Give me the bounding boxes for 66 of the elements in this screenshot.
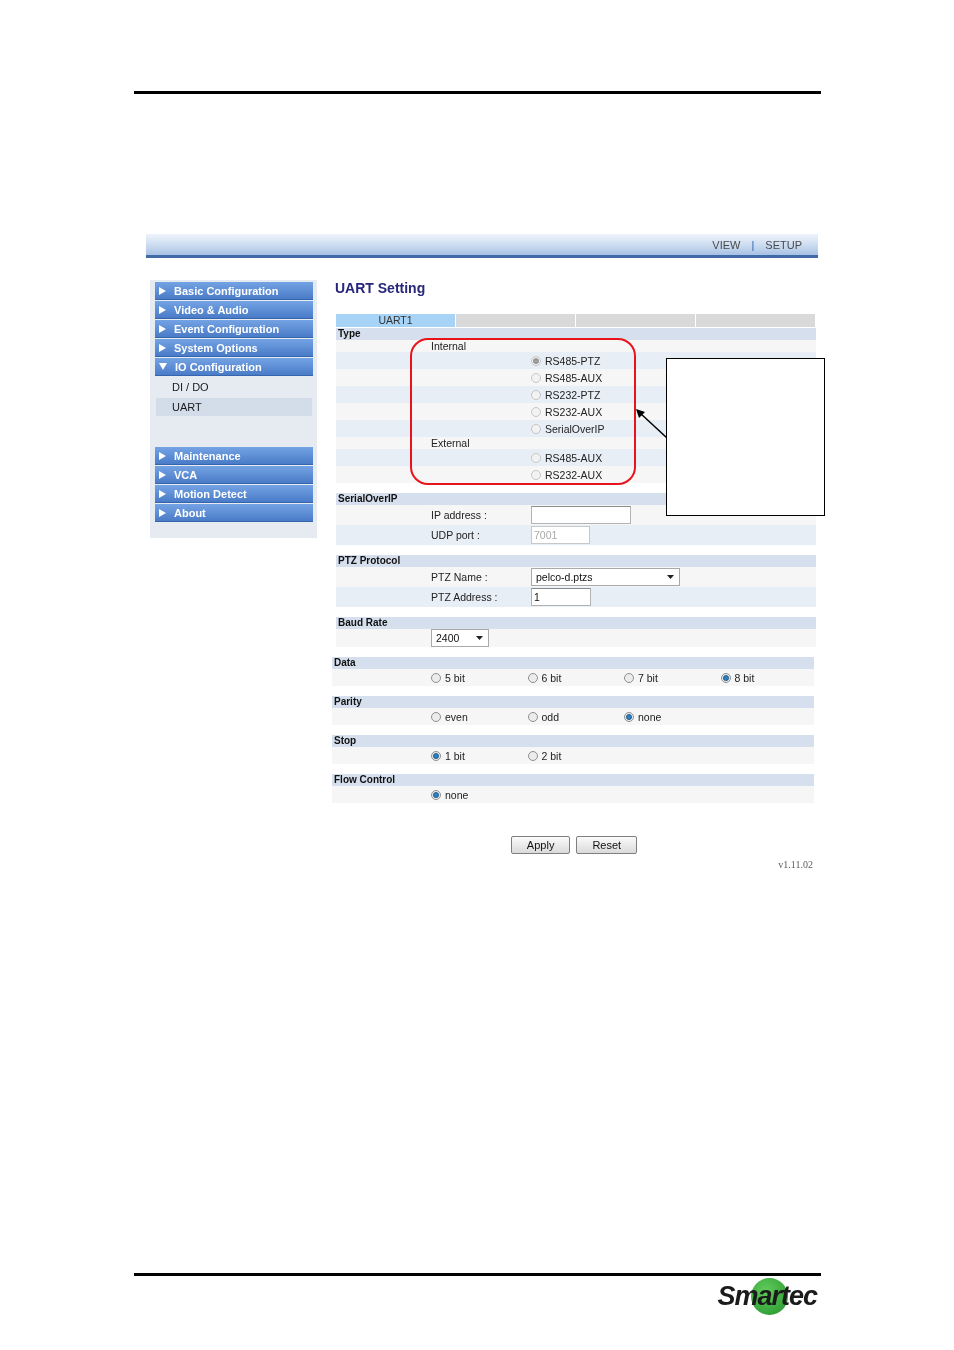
menu-item[interactable]: Video & Audio	[155, 301, 313, 319]
version-label: v1.11.02	[778, 859, 813, 870]
field-label: PTZ Address :	[431, 591, 499, 603]
option-label: RS232-PTZ	[545, 388, 601, 401]
section-header: Flow Control	[332, 774, 814, 786]
option-label: none	[638, 710, 662, 723]
menu-item[interactable]: Maintenance	[155, 447, 313, 465]
field-label: IP address :	[431, 509, 488, 521]
section-header: Parity	[332, 696, 814, 708]
radio-button[interactable]	[431, 750, 441, 761]
field-label: PTZ Name :	[431, 571, 489, 583]
callout-arrow	[636, 409, 668, 439]
dropdown-select[interactable]: pelco-d.ptzs	[531, 568, 680, 586]
option-label: 7 bit	[638, 671, 658, 684]
menu-item[interactable]: IO Configuration	[155, 358, 313, 376]
menu-item[interactable]: VCA	[155, 466, 313, 484]
menu-item[interactable]: System Options	[155, 339, 313, 357]
option-label: SerialOverIP	[545, 422, 605, 435]
form-button[interactable]: Apply	[510, 836, 571, 854]
section-header: Baud Rate	[336, 617, 816, 629]
option-label: even	[445, 710, 468, 723]
option-label: 5 bit	[445, 671, 465, 684]
option-label: none	[445, 788, 469, 801]
option-label: RS485-PTZ	[545, 354, 601, 367]
tab[interactable]: UART1	[336, 314, 455, 327]
group-label: Internal	[431, 340, 467, 352]
radio-button[interactable]	[624, 672, 634, 683]
option-label: 6 bit	[541, 671, 562, 684]
radio-button[interactable]	[720, 672, 731, 683]
radio-button[interactable]	[431, 672, 441, 683]
option-label: 1 bit	[445, 749, 465, 762]
nav-link[interactable]: VIEW	[712, 238, 741, 251]
input-field[interactable]	[531, 506, 631, 524]
caret-down-icon	[476, 636, 483, 640]
nav-separator: |	[751, 238, 755, 251]
dropdown-select[interactable]: 2400	[431, 629, 489, 647]
radio-button[interactable]	[624, 711, 634, 722]
option-label: 2 bit	[541, 749, 562, 762]
submenu-item[interactable]: UART	[156, 398, 312, 416]
section-header: Data	[332, 657, 814, 669]
radio-button[interactable]	[527, 672, 538, 683]
nav-link[interactable]: SETUP	[765, 238, 802, 251]
option-label: RS485-AUX	[545, 451, 603, 464]
section-header: Type	[336, 328, 816, 340]
menu-item[interactable]: Basic Configuration	[155, 282, 313, 300]
option-label: odd	[541, 710, 560, 723]
menu-item[interactable]: Motion Detect	[155, 485, 313, 503]
section-header: Stop	[332, 735, 814, 747]
radio-button[interactable]	[527, 750, 538, 761]
page-title: UART Setting	[335, 280, 427, 296]
section-header: PTZ Protocol	[336, 555, 816, 567]
field-label: UDP port :	[431, 529, 481, 541]
input-field[interactable]: 1	[531, 588, 591, 606]
radio-button[interactable]	[431, 711, 441, 722]
option-label: RS485-AUX	[545, 371, 603, 384]
radio-button[interactable]	[431, 789, 441, 800]
option-label: RS232-AUX	[545, 405, 603, 418]
option-label: RS232-AUX	[545, 468, 603, 481]
submenu-item[interactable]: DI / DO	[156, 378, 312, 396]
radio-button[interactable]	[527, 711, 538, 722]
group-label: External	[431, 437, 470, 449]
form-button[interactable]: Reset	[576, 836, 638, 854]
caret-down-icon	[667, 575, 674, 579]
option-label: 8 bit	[734, 671, 755, 684]
menu-item[interactable]: About	[155, 504, 313, 522]
menu-item[interactable]: Event Configuration	[155, 320, 313, 338]
